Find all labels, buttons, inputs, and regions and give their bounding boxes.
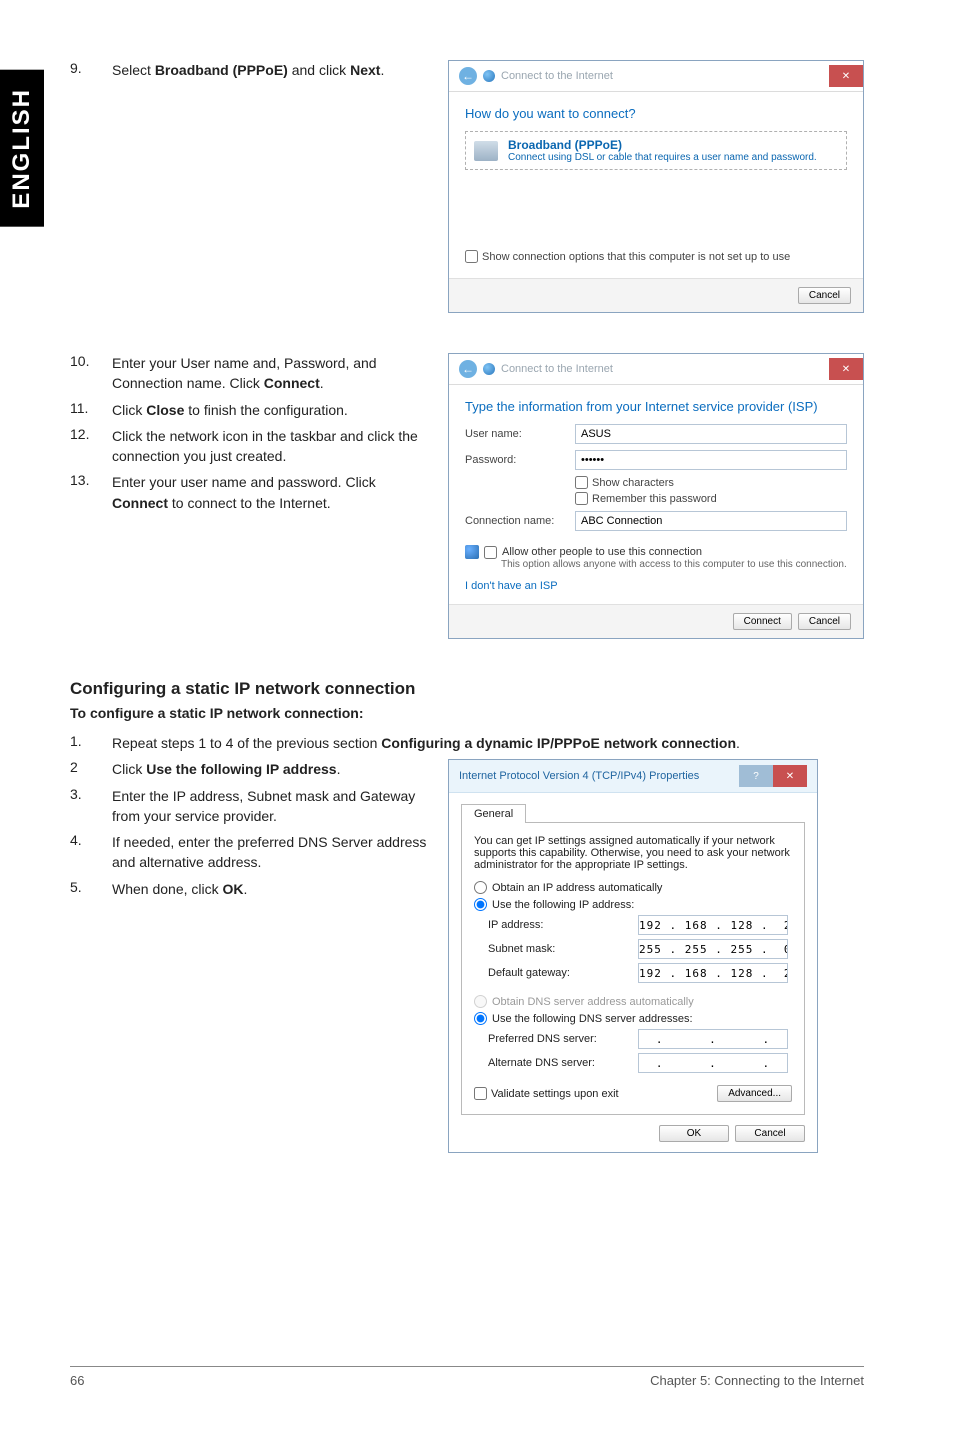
radio-auto-dns-label: Obtain DNS server address automatically [492, 996, 694, 1008]
dialog-title: Connect to the Internet [501, 70, 613, 82]
connect-dialog-1: ← Connect to the Internet ✕ How do you w… [448, 60, 864, 313]
step-10: 10. Enter your User name and, Password, … [70, 353, 430, 394]
close-icon[interactable]: ✕ [829, 65, 863, 87]
show-options-checkbox[interactable] [465, 250, 478, 263]
connect-button[interactable]: Connect [733, 613, 792, 630]
step-13: 13. Enter your user name and password. C… [70, 472, 430, 513]
ok-button[interactable]: OK [659, 1125, 729, 1142]
gateway-input[interactable] [638, 963, 788, 983]
dialog-heading: How do you want to connect? [465, 106, 847, 121]
option-description: Connect using DSL or cable that requires… [508, 152, 817, 163]
ipv4-properties-dialog: Internet Protocol Version 4 (TCP/IPv4) P… [448, 759, 818, 1153]
step-b2: 2 Click Use the following IP address. [70, 759, 430, 779]
modem-icon [474, 141, 498, 161]
tab-general[interactable]: General [461, 804, 526, 823]
gateway-label: Default gateway: [488, 967, 638, 979]
password-label: Password: [465, 454, 575, 466]
connection-name-label: Connection name: [465, 515, 575, 527]
radio-auto-dns [474, 995, 487, 1008]
remember-password-checkbox[interactable] [575, 492, 588, 505]
cancel-button[interactable]: Cancel [798, 613, 851, 630]
step-b5: 5. When done, click OK. [70, 879, 430, 899]
validate-checkbox[interactable] [474, 1087, 487, 1100]
ipv4-intro: You can get IP settings assigned automat… [474, 835, 792, 871]
step-b4: 4. If needed, enter the preferred DNS Se… [70, 832, 430, 873]
connection-name-input[interactable] [575, 511, 847, 531]
step-text: Select Broadband (PPPoE) and click Next. [112, 60, 430, 80]
step-9: 9. Select Broadband (PPPoE) and click Ne… [70, 60, 430, 80]
radio-auto-ip-label: Obtain an IP address automatically [492, 882, 662, 894]
dialog-heading: Type the information from your Internet … [465, 399, 847, 414]
close-icon[interactable]: ✕ [829, 358, 863, 380]
section-subheading: To configure a static IP network connect… [70, 705, 864, 721]
section-heading: Configuring a static IP network connecti… [70, 679, 864, 699]
radio-use-dns[interactable] [474, 1012, 487, 1025]
username-label: User name: [465, 428, 575, 440]
pref-dns-label: Preferred DNS server: [488, 1033, 638, 1045]
password-row: Password: [465, 450, 847, 470]
cancel-button[interactable]: Cancel [798, 287, 851, 304]
step-11: 11. Click Close to finish the configurat… [70, 400, 430, 420]
back-icon[interactable]: ← [459, 67, 477, 85]
subnet-mask-label: Subnet mask: [488, 943, 638, 955]
show-options-label: Show connection options that this comput… [482, 251, 790, 263]
allow-other-label: Allow other people to use this connectio… [502, 546, 702, 558]
alt-dns-input[interactable] [638, 1053, 788, 1073]
cancel-button[interactable]: Cancel [735, 1125, 805, 1142]
radio-use-ip-label: Use the following IP address: [492, 899, 634, 911]
back-icon[interactable]: ← [459, 360, 477, 378]
broadband-option[interactable]: Broadband (PPPoE) Connect using DSL or c… [465, 131, 847, 170]
ipv4-title: Internet Protocol Version 4 (TCP/IPv4) P… [459, 770, 699, 782]
advanced-button[interactable]: Advanced... [717, 1085, 792, 1102]
radio-use-ip[interactable] [474, 898, 487, 911]
connection-name-row: Connection name: [465, 511, 847, 531]
alt-dns-label: Alternate DNS server: [488, 1057, 638, 1069]
connect-dialog-2: ← Connect to the Internet ✕ Type the inf… [448, 353, 864, 639]
allow-other-desc: This option allows anyone with access to… [501, 559, 847, 570]
ip-address-input[interactable] [638, 915, 788, 935]
remember-password-label: Remember this password [592, 493, 717, 505]
option-title: Broadband (PPPoE) [508, 138, 817, 152]
ip-address-label: IP address: [488, 919, 638, 931]
dialog-title: Connect to the Internet [501, 363, 613, 375]
globe-icon [483, 70, 495, 82]
username-row: User name: [465, 424, 847, 444]
username-input[interactable] [575, 424, 847, 444]
show-characters-checkbox[interactable] [575, 476, 588, 489]
help-icon[interactable]: ? [739, 765, 773, 787]
close-icon[interactable]: ✕ [773, 765, 807, 787]
globe-icon [483, 363, 495, 375]
page-footer: 66 Chapter 5: Connecting to the Internet [70, 1366, 864, 1388]
step-number: 9. [70, 60, 112, 80]
no-isp-link[interactable]: I don't have an ISP [465, 580, 558, 592]
step-b3: 3. Enter the IP address, Subnet mask and… [70, 786, 430, 827]
chapter-label: Chapter 5: Connecting to the Internet [650, 1373, 864, 1388]
radio-auto-ip[interactable] [474, 881, 487, 894]
step-b1: 1. Repeat steps 1 to 4 of the previous s… [70, 733, 864, 753]
allow-other-checkbox[interactable] [484, 546, 497, 559]
radio-use-dns-label: Use the following DNS server addresses: [492, 1013, 693, 1025]
pref-dns-input[interactable] [638, 1029, 788, 1049]
page-number: 66 [70, 1373, 84, 1388]
subnet-mask-input[interactable] [638, 939, 788, 959]
validate-label: Validate settings upon exit [491, 1088, 619, 1100]
shield-icon [465, 545, 479, 559]
step-12: 12. Click the network icon in the taskba… [70, 426, 430, 467]
password-input[interactable] [575, 450, 847, 470]
show-characters-label: Show characters [592, 477, 674, 489]
